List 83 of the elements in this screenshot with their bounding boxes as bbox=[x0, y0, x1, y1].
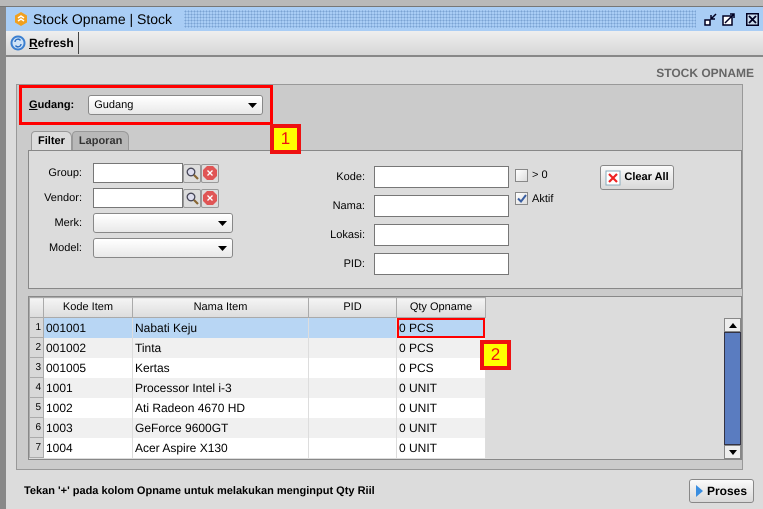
table-cell: GeForce 9600GT bbox=[132, 418, 308, 438]
refresh-button[interactable]: Refresh bbox=[6, 32, 79, 54]
table-cell: 001002 bbox=[44, 338, 132, 358]
input-field[interactable] bbox=[374, 195, 509, 217]
search-icon bbox=[186, 166, 198, 180]
callout-number: 1 bbox=[270, 124, 301, 154]
search-icon bbox=[186, 192, 198, 204]
table-cell: 0 UNIT bbox=[396, 398, 486, 418]
clear-all-button[interactable]: Clear All bbox=[600, 165, 674, 190]
field-label: Kode: bbox=[335, 170, 365, 185]
column-header[interactable]: Nama Item bbox=[132, 298, 308, 318]
maximize-icon[interactable] bbox=[722, 12, 735, 26]
clear-button[interactable] bbox=[201, 164, 219, 182]
play-icon bbox=[696, 485, 703, 497]
caret-icon bbox=[218, 246, 227, 250]
table-cell: 0 UNIT bbox=[396, 418, 486, 438]
scroll-up-icon[interactable] bbox=[728, 322, 736, 328]
input-field[interactable] bbox=[93, 163, 183, 183]
field-label: Nama: bbox=[332, 198, 365, 214]
row-number: 5 bbox=[30, 398, 44, 418]
column-header[interactable]: Qty Opname bbox=[396, 298, 486, 318]
field-label: Merk: bbox=[54, 216, 82, 231]
callout-number: 2 bbox=[480, 340, 511, 370]
caret-icon bbox=[218, 220, 227, 226]
row-number: 6 bbox=[30, 418, 44, 438]
row-number: 2 bbox=[30, 338, 44, 358]
clear-icon bbox=[203, 191, 217, 205]
table-cell: 1004 bbox=[44, 438, 132, 458]
table-cell: 0 PCS bbox=[396, 358, 486, 378]
gudang-label: Gudang: bbox=[29, 98, 74, 113]
row-number: 7 bbox=[30, 438, 44, 458]
checkbox[interactable] bbox=[515, 192, 528, 206]
clear-icon bbox=[605, 170, 622, 186]
table-cell: Nabati Keju bbox=[132, 318, 308, 338]
refresh-icon bbox=[10, 35, 26, 51]
search-button[interactable] bbox=[183, 164, 201, 182]
table-cell: 0 UNIT bbox=[396, 438, 486, 458]
table-cell: 0 UNIT bbox=[396, 378, 486, 398]
table-cell: Processor Intel i-3 bbox=[132, 378, 308, 398]
table-cell: 001001 bbox=[44, 318, 132, 338]
row-number: 1 bbox=[30, 318, 44, 338]
row-number: 4 bbox=[30, 378, 44, 398]
input-field[interactable] bbox=[374, 253, 509, 275]
field-label: Group: bbox=[47, 166, 82, 181]
hint-text: Tekan '+' pada kolom Opname untuk melakukan menginput Qty Riil bbox=[24, 484, 375, 499]
table-cell: Ati Radeon 4670 HD bbox=[132, 398, 308, 418]
scrollbar[interactable] bbox=[724, 318, 741, 459]
table-cell: 1002 bbox=[44, 398, 132, 418]
minimize-icon[interactable] bbox=[704, 12, 717, 26]
dropdown[interactable] bbox=[93, 238, 233, 258]
input-field[interactable] bbox=[93, 188, 183, 208]
clear-icon bbox=[203, 166, 217, 180]
table-cell: Kertas bbox=[132, 358, 308, 378]
tab[interactable]: Laporan bbox=[72, 131, 130, 150]
field-label: Vendor: bbox=[43, 190, 82, 206]
table-cell: Acer Aspire X130 bbox=[132, 438, 308, 458]
field-label: PID: bbox=[342, 256, 365, 272]
field-label: Lokasi: bbox=[329, 228, 365, 243]
search-button[interactable] bbox=[183, 188, 201, 208]
table-cell: 0 PCS bbox=[396, 318, 486, 338]
page-heading: STOCK OPNAME bbox=[656, 66, 754, 80]
column-header[interactable]: Kode Item bbox=[44, 298, 132, 318]
proses-button[interactable]: Proses bbox=[688, 479, 754, 503]
tab[interactable]: Filter bbox=[31, 131, 72, 150]
table-cell: 1003 bbox=[44, 418, 132, 438]
checkbox[interactable] bbox=[515, 168, 528, 182]
table-cell: 001005 bbox=[44, 358, 132, 378]
dropdown[interactable] bbox=[93, 213, 233, 233]
input-field[interactable] bbox=[374, 166, 509, 188]
input-field[interactable] bbox=[374, 224, 509, 246]
app-icon bbox=[14, 12, 28, 26]
table-cell: 1001 bbox=[44, 378, 132, 398]
column-header[interactable]: PID bbox=[308, 298, 396, 318]
scroll-down-icon[interactable] bbox=[728, 450, 736, 454]
field-label: Model: bbox=[48, 240, 82, 256]
checkbox-label: > 0 bbox=[532, 168, 548, 183]
clear-button[interactable] bbox=[201, 188, 219, 208]
gudang-dropdown[interactable]: Gudang bbox=[88, 95, 264, 115]
table-cell: Tinta bbox=[132, 338, 308, 358]
caret-icon bbox=[248, 102, 258, 108]
row-number: 3 bbox=[30, 358, 44, 378]
close-icon[interactable] bbox=[746, 12, 759, 26]
checkbox-label: Aktif bbox=[532, 192, 554, 206]
